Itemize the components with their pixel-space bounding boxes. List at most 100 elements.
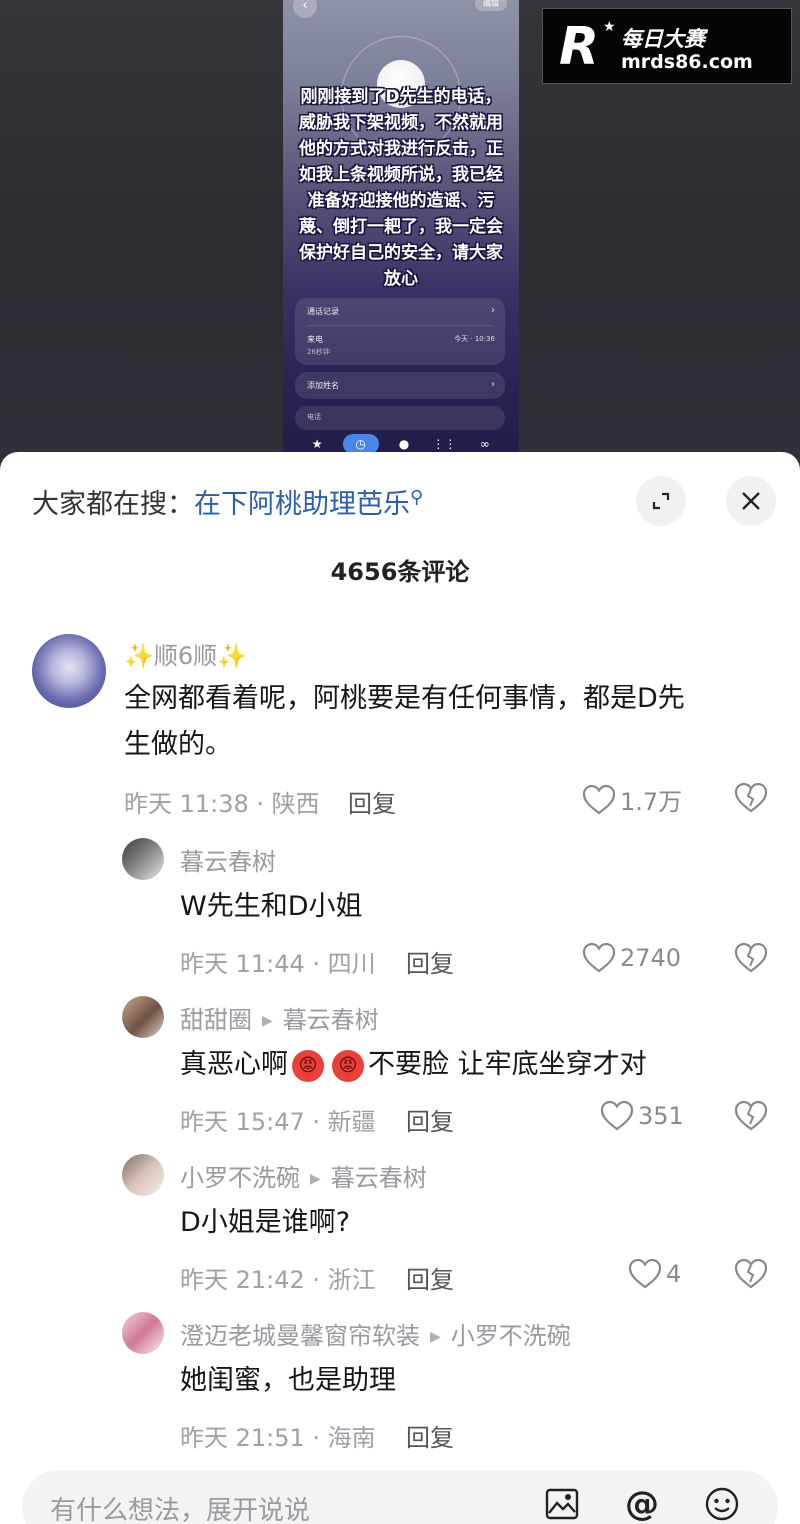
call-record-card: 通话记录 › 来电 26秒钟 今天 · 10:36 [295, 298, 505, 365]
dislike-button[interactable] [734, 1258, 768, 1294]
replied-to-username[interactable]: 暮云春树 [283, 1006, 379, 1034]
search-suggestion[interactable]: 大家都在搜：在下阿桃助理芭乐⚲ [32, 482, 423, 521]
like-button[interactable]: 351 [600, 1100, 684, 1132]
like-count: 351 [638, 1102, 684, 1130]
voicemail-icon: ∞ [479, 437, 490, 451]
reply-arrow-icon: ▶ [430, 1329, 441, 1345]
avatar[interactable] [122, 1312, 164, 1354]
expand-button[interactable] [636, 476, 686, 526]
heart-icon [628, 1258, 662, 1289]
reply-button[interactable]: 回复 [348, 784, 396, 819]
search-prefix: 大家都在搜： [32, 489, 194, 520]
reply-username[interactable]: 甜甜圈 [180, 1006, 252, 1034]
comment-sheet: 大家都在搜：在下阿桃助理芭乐⚲ 4656条评论 ✨顺6顺✨ 全网都看着呢，阿桃要… [0, 452, 800, 1524]
reply-button[interactable]: 回复 [406, 1102, 454, 1137]
comment-text: 她闺蜜，也是助理 [180, 1365, 396, 1396]
comment-username: 澄迈老城曼馨窗帘软装 ▶ 小罗不洗碗 [180, 1316, 571, 1351]
reply-button[interactable]: 回复 [406, 1260, 454, 1295]
image-button[interactable] [542, 1484, 582, 1524]
comment-meta: 昨天 21:42 · 浙江 [180, 1266, 376, 1294]
search-keyword[interactable]: 在下阿桃助理芭乐 [194, 489, 410, 520]
add-name-card: 添加姓名 › [295, 372, 505, 399]
comment-input-placeholder[interactable]: 有什么想法，展开说说 [50, 1490, 310, 1524]
edit-label: 编辑 [475, 0, 507, 11]
comment-meta: 昨天 21:51 · 海南 [180, 1424, 376, 1452]
clock-icon: ◷ [342, 434, 379, 454]
avatar[interactable] [122, 1154, 164, 1196]
like-button[interactable]: 2740 [582, 942, 681, 974]
comment-username[interactable]: ✨顺6顺✨ [124, 636, 247, 671]
call-records-label: 通话记录 [307, 307, 339, 316]
heart-icon [582, 942, 616, 973]
replied-to-username[interactable]: 小罗不洗碗 [451, 1322, 571, 1350]
video-frame[interactable]: ‹ 编辑 刚刚接到了D先生的电话，威胁我下架视频，不然就用他的方式对我进行反击，… [283, 0, 519, 470]
reply-username[interactable]: 小罗不洗碗 [180, 1164, 300, 1192]
chevron-right-icon: › [491, 305, 495, 316]
watermark-url: mrds86.com [621, 51, 753, 73]
comment-text: 全网都看着呢，阿桃要是有任何事情，都是D先 生做的。 [124, 676, 685, 768]
phone-card: 电话 [295, 406, 505, 430]
watermark-logo: R ★ 每日大赛 mrds86.com [542, 8, 792, 84]
emoji-icon [705, 1487, 739, 1521]
call-time: 今天 · 10:36 [454, 335, 495, 343]
add-name-label: 添加姓名 [307, 381, 339, 390]
close-icon [742, 492, 760, 510]
reply-arrow-icon: ▶ [310, 1171, 321, 1187]
search-icon: ⚲ [410, 487, 424, 508]
comment-text: 真恶心啊 😡 😡 不要脸 让牢底坐穿才对 [180, 1042, 647, 1088]
reply-arrow-icon: ▶ [262, 1013, 273, 1029]
watermark-r-logo: R [559, 17, 600, 77]
comment-input-bar[interactable]: 有什么想法，展开说说 @ [22, 1470, 778, 1524]
reply-button[interactable]: 回复 [406, 1418, 454, 1453]
like-button[interactable]: 1.7万 [582, 782, 682, 817]
like-count: 2740 [620, 944, 682, 972]
angry-emoji-icon: 😡 [332, 1049, 364, 1082]
heart-icon [582, 784, 616, 814]
person-icon: ● [398, 437, 410, 451]
comment-username[interactable]: 暮云春树 [180, 842, 276, 877]
watermark-cn: 每日大赛 [621, 27, 705, 51]
comment-meta: 昨天 11:38 · 陕西 [124, 790, 320, 818]
replied-to-username[interactable]: 暮云春树 [331, 1164, 427, 1192]
mention-button[interactable]: @ [622, 1484, 662, 1524]
comment-meta: 昨天 15:47 · 新疆 [180, 1108, 376, 1136]
like-count: 4 [666, 1260, 682, 1288]
video-overlay-text: 刚刚接到了D先生的电话，威胁我下架视频，不然就用他的方式对我进行反击，正如我上条… [299, 87, 503, 289]
chevron-right-icon: › [491, 379, 495, 390]
image-icon [545, 1488, 579, 1520]
avatar[interactable] [32, 634, 106, 708]
keypad-icon: ⋮⋮ [432, 437, 457, 451]
comment-text-a: 真恶心啊 [180, 1049, 288, 1080]
comment-text: D小姐是谁啊? [180, 1207, 351, 1238]
dislike-button[interactable] [734, 782, 768, 818]
dislike-button[interactable] [734, 1100, 768, 1136]
dislike-button[interactable] [734, 942, 768, 978]
comment-text-line: 全网都看着呢，阿桃要是有任何事情，都是D先 [124, 683, 685, 714]
at-icon: @ [625, 1484, 659, 1524]
reply-username[interactable]: 澄迈老城曼馨窗帘软装 [180, 1322, 420, 1350]
broken-heart-icon [734, 1258, 768, 1289]
avatar[interactable] [122, 996, 164, 1038]
call-duration: 26秒钟 [307, 348, 330, 356]
angry-emoji-icon: 😡 [292, 1049, 324, 1082]
comment-text: W先生和D小姐 [180, 891, 363, 922]
like-count: 1.7万 [620, 788, 683, 816]
back-chevron-icon: ‹ [293, 0, 317, 18]
comment-text-line: 生做的。 [124, 729, 232, 760]
reply-button[interactable]: 回复 [406, 944, 454, 979]
comment-username: 小罗不洗碗 ▶ 暮云春树 [180, 1158, 427, 1193]
expand-icon [652, 492, 670, 510]
like-button[interactable]: 4 [628, 1258, 681, 1290]
comment-username: 甜甜圈 ▶ 暮云春树 [180, 1000, 379, 1035]
heart-icon [600, 1100, 634, 1131]
phone-label: 电话 [307, 413, 321, 421]
comment-count: 4656条评论 [330, 558, 470, 586]
close-button[interactable] [726, 476, 776, 526]
star-icon: ★ [603, 19, 616, 35]
emoji-button[interactable] [702, 1484, 742, 1524]
avatar[interactable] [122, 838, 164, 880]
broken-heart-icon [734, 942, 768, 973]
star-icon: ★ [311, 437, 323, 451]
broken-heart-icon [734, 782, 768, 813]
broken-heart-icon [734, 1100, 768, 1131]
